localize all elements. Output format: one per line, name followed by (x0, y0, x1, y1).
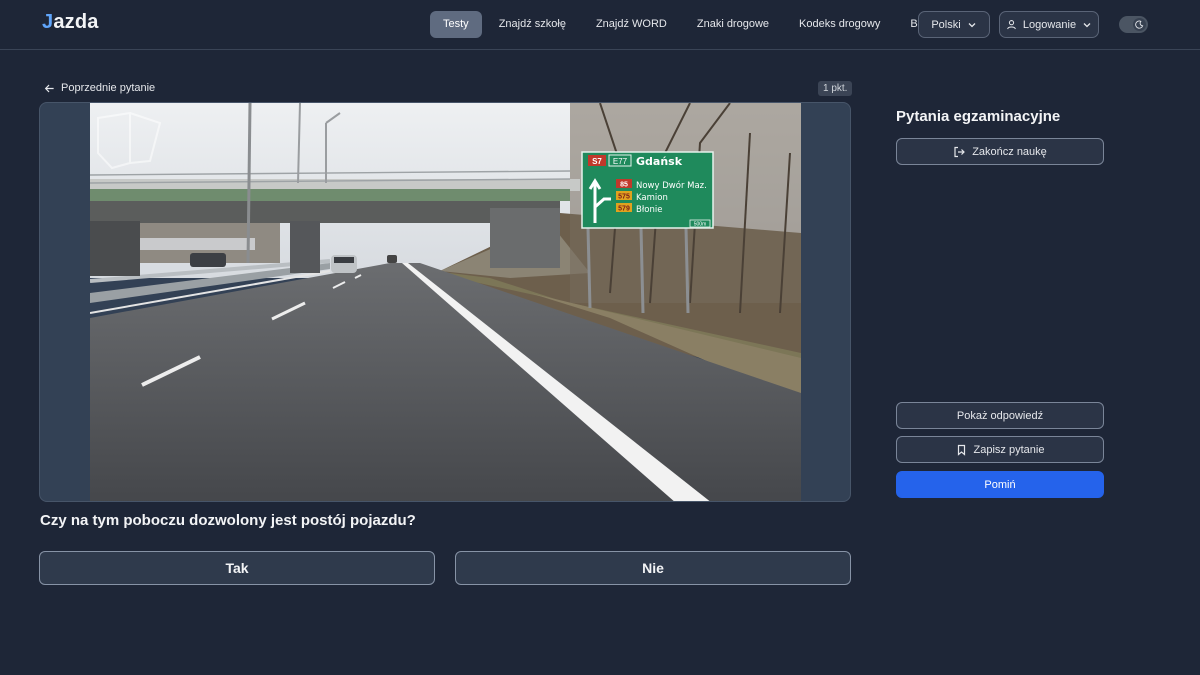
show-answer-label: Pokaż odpowiedź (956, 409, 1044, 422)
nav-item-znajdz-word[interactable]: Znajdź WORD (583, 11, 680, 38)
show-answer-button[interactable]: Pokaż odpowiedź (896, 402, 1104, 429)
nav-item-testy[interactable]: Testy (430, 11, 482, 38)
chevron-down-icon (968, 22, 976, 27)
chevron-down-icon (1083, 22, 1091, 27)
previous-question-link[interactable]: Poprzednie pytanie (44, 82, 155, 94)
arrow-left-icon (44, 84, 54, 92)
login-button[interactable]: Logowanie (999, 11, 1099, 38)
sign-row1-badge: 85 (620, 182, 628, 189)
sidebar-title: Pytania egzaminacyjne (896, 108, 1061, 125)
skip-label: Pomiń (984, 478, 1016, 491)
logo-prefix: J (42, 11, 54, 33)
sign-row3-badge: 579 (618, 206, 630, 213)
save-question-label: Zapisz pytanie (973, 443, 1045, 456)
main-nav: Testy Znajdź szkołę Znajdź WORD Znaki dr… (430, 11, 945, 38)
question-text: Czy na tym poboczu dozwolony jest postój… (40, 512, 416, 529)
nav-item-znajdz-szkole[interactable]: Znajdź szkołę (486, 11, 579, 38)
top-navigation-bar: Jazda Testy Znajdź szkołę Znajdź WORD Zn… (0, 0, 1200, 50)
answer-tak-button[interactable]: Tak (39, 551, 435, 585)
nav-item-znaki-drogowe[interactable]: Znaki drogowe (684, 11, 782, 38)
jazda-logo[interactable]: Jazda (42, 11, 99, 34)
login-label: Logowanie (1022, 18, 1077, 31)
exit-icon (954, 146, 966, 157)
save-question-button[interactable]: Zapisz pytanie (896, 436, 1104, 463)
sign-row1-text: Nowy Dwór Maz. (636, 180, 707, 191)
sign-route1: S7 (592, 157, 602, 166)
end-learning-label: Zakończ naukę (972, 145, 1047, 158)
user-icon (1007, 20, 1016, 30)
question-media: S7 E77 Gdańsk 85 Nowy Dwór Maz. 575 Kami… (39, 102, 851, 502)
end-learning-button[interactable]: Zakończ naukę (896, 138, 1104, 165)
sign-row3-text: Błonie (636, 205, 662, 215)
sign-destination: Gdańsk (636, 155, 683, 168)
logo-text: azda (53, 11, 99, 33)
points-badge: 1 pkt. (818, 81, 853, 96)
nav-item-kodeks-drogowy[interactable]: Kodeks drogowy (786, 11, 893, 38)
moon-icon (1133, 18, 1146, 31)
sign-row2-badge: 575 (618, 194, 630, 201)
dark-mode-toggle[interactable] (1119, 16, 1148, 33)
sign-distance: 500m (694, 222, 707, 228)
skip-button[interactable]: Pomiń (896, 471, 1104, 498)
answer-nie-button[interactable]: Nie (455, 551, 851, 585)
language-select[interactable]: Polski (918, 11, 990, 38)
bookmark-icon (957, 444, 965, 456)
sign-route2: E77 (613, 157, 628, 166)
sign-row2-text: Kamion (636, 193, 668, 203)
previous-question-label: Poprzednie pytanie (61, 82, 156, 94)
language-label: Polski (931, 18, 961, 31)
road-photo: S7 E77 Gdańsk 85 Nowy Dwór Maz. 575 Kami… (90, 103, 801, 501)
